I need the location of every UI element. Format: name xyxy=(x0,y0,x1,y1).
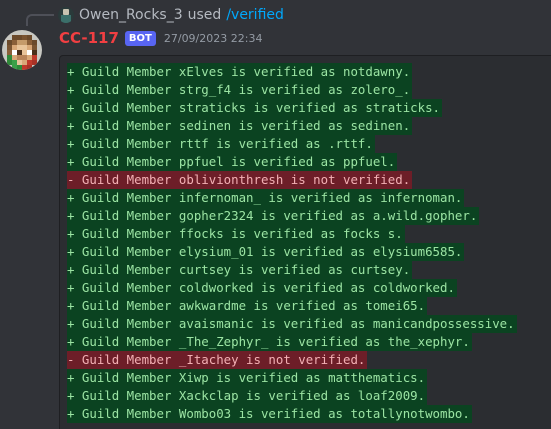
diff-line-text: + Guild Member Wombo03 is verified as to… xyxy=(67,405,472,423)
diff-code-block: + Guild Member xElves is verified as not… xyxy=(59,55,551,429)
diff-line-text: + Guild Member straticks is verified as … xyxy=(67,99,442,117)
diff-line-verified: + Guild Member curtsey is verified as cu… xyxy=(67,260,551,279)
diff-line-not-verified: - Guild Member oblivionthresh is not ver… xyxy=(67,170,551,189)
diff-line-text: + Guild Member _The_Zephyr_ is verified … xyxy=(67,333,472,351)
diff-line-text: + Guild Member elysium_01 is verified as… xyxy=(67,243,465,261)
message-header: CC-117 BOT 27/09/2023 22:34 xyxy=(59,27,262,49)
message-timestamp: 27/09/2023 22:34 xyxy=(163,31,263,45)
diff-line-text: + Guild Member Xackclap is verified as l… xyxy=(67,387,428,405)
command-user-name[interactable]: Owen_Rocks_3 xyxy=(79,7,183,23)
diff-line-verified: + Guild Member Xiwp is verified as matth… xyxy=(67,368,551,387)
diff-line-verified: + Guild Member avaismanic is verified as… xyxy=(67,314,551,333)
reply-connector xyxy=(26,14,54,26)
command-used-line: Owen_Rocks_3 used /verified xyxy=(58,6,284,24)
diff-line-verified: + Guild Member gopher2324 is verified as… xyxy=(67,206,551,225)
command-name-link[interactable]: /verified xyxy=(226,7,284,23)
diff-line-text: + Guild Member curtsey is verified as cu… xyxy=(67,261,413,279)
bot-badge: BOT xyxy=(124,30,156,46)
diff-line-verified: + Guild Member coldworked is verified as… xyxy=(67,278,551,297)
command-used-word: used xyxy=(187,7,222,23)
diff-line-verified: + Guild Member ffocks is verified as foc… xyxy=(67,224,551,243)
diff-line-verified: + Guild Member elysium_01 is verified as… xyxy=(67,242,551,261)
diff-line-text: + Guild Member ppfuel is verified as ppf… xyxy=(67,153,398,171)
diff-line-verified: + Guild Member xElves is verified as not… xyxy=(67,62,551,81)
command-user-avatar[interactable] xyxy=(58,7,74,23)
diff-line-text: + Guild Member coldworked is verified as… xyxy=(67,279,457,297)
author-username[interactable]: CC-117 xyxy=(59,29,119,47)
diff-line-verified: + Guild Member rttf is verified as .rttf… xyxy=(67,134,551,153)
diff-line-text: - Guild Member _Itachey is not verified. xyxy=(67,351,368,369)
diff-line-text: + Guild Member strg_f4 is verified as zo… xyxy=(67,81,413,99)
diff-line-verified: + Guild Member sedinen is verified as se… xyxy=(67,116,551,135)
diff-line-verified: + Guild Member infernoman_ is verified a… xyxy=(67,188,551,207)
diff-line-text: + Guild Member Xiwp is verified as matth… xyxy=(67,369,428,387)
diff-line-text: + Guild Member avaismanic is verified as… xyxy=(67,315,517,333)
diff-line-text: + Guild Member sedinen is verified as se… xyxy=(67,117,413,135)
diff-line-verified: + Guild Member strg_f4 is verified as zo… xyxy=(67,80,551,99)
diff-line-verified: + Guild Member Wombo03 is verified as to… xyxy=(67,404,551,423)
diff-line-verified: + Guild Member awkwardme is verified as … xyxy=(67,296,551,315)
diff-line-verified: + Guild Member Xackclap is verified as l… xyxy=(67,386,551,405)
diff-line-text: - Guild Member oblivionthresh is not ver… xyxy=(67,171,413,189)
diff-line-text: + Guild Member infernoman_ is verified a… xyxy=(67,189,465,207)
diff-line-not-verified: - Guild Member _Itachey is not verified. xyxy=(67,350,551,369)
diff-line-text: + Guild Member gopher2324 is verified as… xyxy=(67,207,480,225)
diff-line-text: + Guild Member awkwardme is verified as … xyxy=(67,297,428,315)
diff-line-text: + Guild Member ffocks is verified as foc… xyxy=(67,225,405,243)
diff-line-verified: + Guild Member _The_Zephyr_ is verified … xyxy=(67,332,551,351)
diff-line-text: + Guild Member rttf is verified as .rttf… xyxy=(67,135,375,153)
diff-line-verified: + Guild Member ppfuel is verified as ppf… xyxy=(67,152,551,171)
diff-line-verified: + Guild Member straticks is verified as … xyxy=(67,98,551,117)
author-avatar[interactable] xyxy=(2,30,42,70)
diff-line-text: + Guild Member xElves is verified as not… xyxy=(67,63,413,81)
